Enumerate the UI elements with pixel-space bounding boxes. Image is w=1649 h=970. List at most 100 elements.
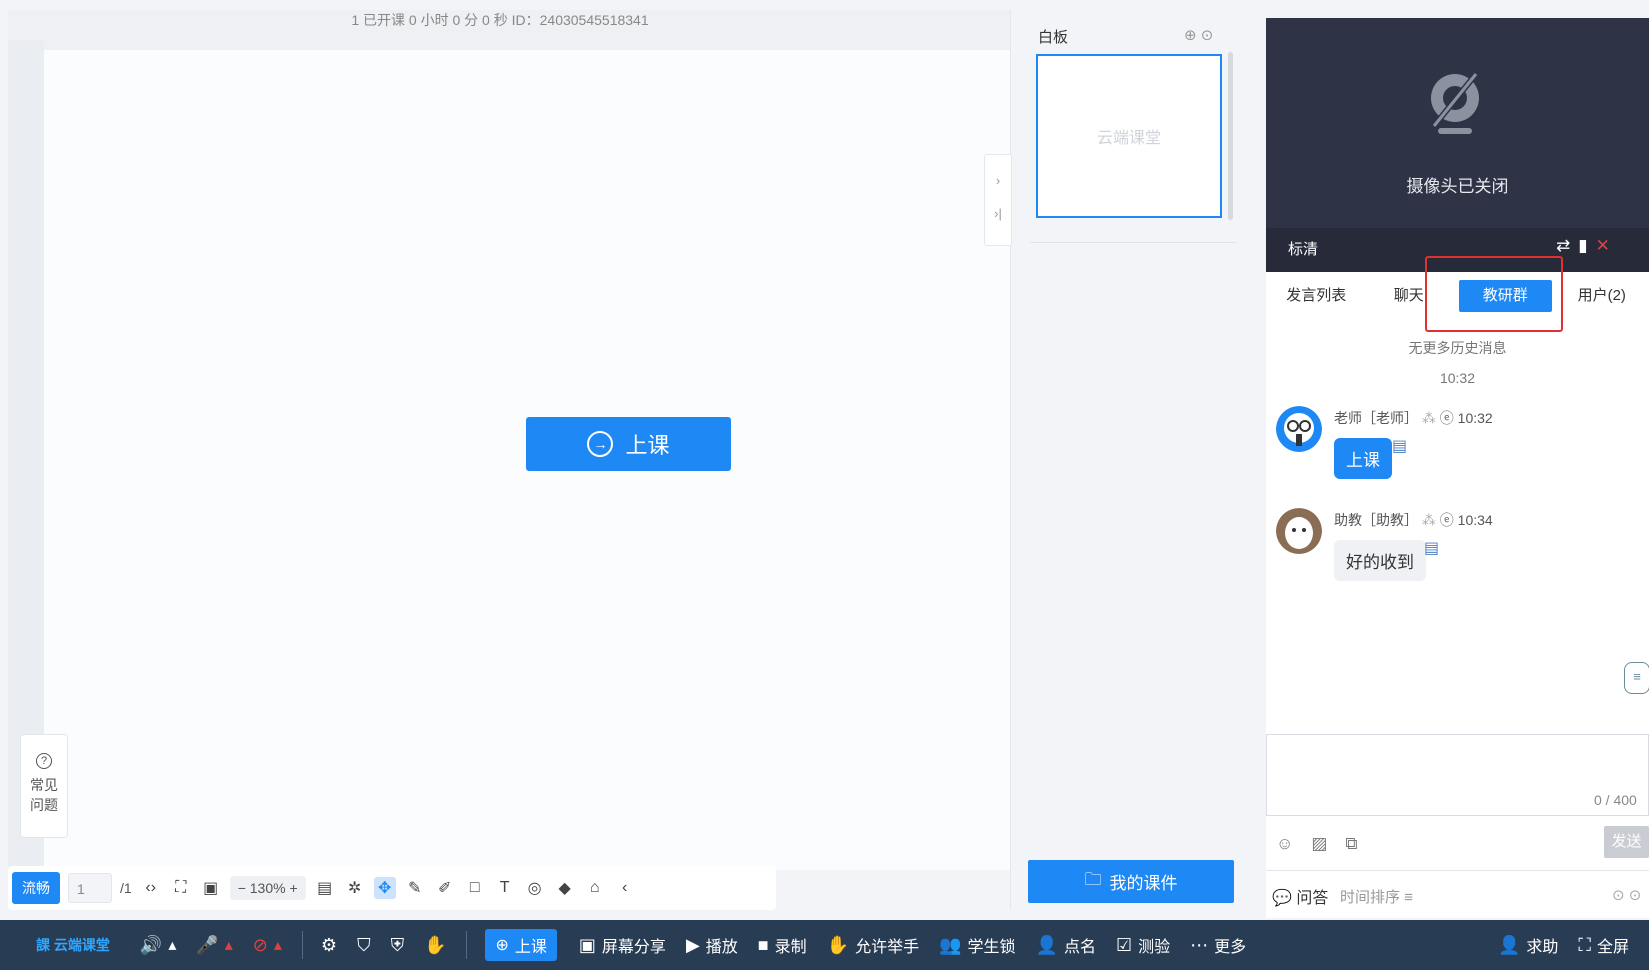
- color-picker-icon[interactable]: ◎: [524, 877, 546, 899]
- camera-off-icon: [1431, 72, 1479, 134]
- switch-camera-icon[interactable]: ⇄: [1556, 236, 1570, 256]
- user-icon: 👤: [1035, 934, 1058, 955]
- tab-users[interactable]: 用户(2): [1556, 280, 1649, 312]
- caret-icon: ▴: [224, 937, 233, 954]
- security-button[interactable]: ⛉: [357, 935, 371, 956]
- faq-label-1: 常见: [30, 777, 58, 793]
- message-meta: 老师［老师］ ⁂ ⓔ 10:32: [1334, 408, 1493, 428]
- start-class-button[interactable]: → 上课: [526, 417, 731, 471]
- help-button[interactable]: 👤 求助: [1498, 933, 1558, 957]
- record-label: 录制: [774, 939, 807, 956]
- gesture-button[interactable]: ✋: [424, 935, 446, 956]
- eraser-icon[interactable]: ◆: [554, 877, 576, 899]
- image-icon[interactable]: ▨: [1311, 834, 1327, 854]
- faq-button[interactable]: ? 常见 问题: [20, 734, 68, 838]
- quality-button[interactable]: 流畅: [12, 872, 60, 904]
- chevron-right-icon: ›: [995, 173, 1001, 188]
- collapse-panel-button[interactable]: › ›|: [984, 154, 1012, 246]
- question-icon: ?: [36, 753, 52, 769]
- device-icon: ⁂: [1421, 512, 1436, 528]
- collapse-toolbar-icon[interactable]: ‹: [614, 877, 636, 899]
- mic-button[interactable]: 🎤 ▴: [196, 935, 232, 956]
- thumbnail-watermark: 云端课堂: [1096, 130, 1161, 147]
- time-marker: 10:32: [1439, 370, 1476, 386]
- stamp-icon[interactable]: ⌂: [584, 877, 606, 899]
- qa-sort[interactable]: 时间排序 ≡: [1340, 886, 1413, 907]
- raise-hand-button[interactable]: ✋ 允许举手: [827, 933, 919, 957]
- quiz-button[interactable]: ☑ 测验: [1116, 933, 1170, 957]
- fullpage-icon[interactable]: ▣: [200, 877, 222, 899]
- speaker-button[interactable]: 🔊 ▴: [140, 935, 176, 956]
- student-lock-label: 学生锁: [967, 939, 1016, 956]
- privacy-button[interactable]: ⛨: [391, 935, 405, 956]
- browser-icon: ⓔ: [1439, 512, 1454, 528]
- hand-icon: ✋: [826, 934, 850, 955]
- settings-button[interactable]: ⚙: [321, 935, 337, 956]
- record-button[interactable]: ■ 录制: [758, 933, 807, 957]
- chat-mode-icon[interactable]: ≡: [1624, 662, 1649, 694]
- page-input[interactable]: 1: [68, 873, 112, 903]
- video-quality-label[interactable]: 标清: [1288, 238, 1318, 259]
- page-total: /1: [120, 880, 132, 896]
- screen-share-label: 屏幕分享: [601, 939, 666, 956]
- my-courseware-button[interactable]: 🗀 我的课件: [1028, 860, 1234, 903]
- highlighter-icon[interactable]: ✐: [434, 877, 456, 899]
- message-input[interactable]: [1266, 734, 1649, 816]
- mic-off-icon[interactable]: ✕: [1596, 236, 1610, 256]
- tab-speech-list[interactable]: 发言列表: [1270, 280, 1363, 312]
- divider: [301, 931, 303, 959]
- more-label: 更多: [1214, 939, 1247, 956]
- qa-text: 问答: [1296, 890, 1329, 907]
- sort-icon: ≡: [1404, 889, 1413, 906]
- fullscreen-label: 全屏: [1596, 939, 1629, 956]
- quiz-label: 测验: [1138, 939, 1171, 956]
- camera-off-icon: ⊘: [252, 934, 268, 955]
- assistant-avatar: [1276, 508, 1322, 554]
- whiteboard-toolbar: 流畅 1 /1 ‹› ⛶ ▣ − 130% + ▤ ✲ ✥ ✎ ✐ □ T ◎ …: [8, 866, 776, 910]
- divider: [466, 931, 468, 959]
- start-class-bottom-button[interactable]: ⊕ 上课: [485, 929, 557, 961]
- qa-label[interactable]: 💬 问答: [1272, 884, 1328, 908]
- play-button[interactable]: ▶ 播放: [686, 933, 738, 957]
- teacher-avatar: [1276, 406, 1322, 452]
- roll-call-label: 点名: [1063, 939, 1096, 956]
- screen-share-button[interactable]: ▣ 屏幕分享: [579, 933, 666, 957]
- caret-icon: ▴: [168, 937, 177, 954]
- quiz-icon: ☑: [1116, 934, 1133, 955]
- rectangle-icon[interactable]: □: [464, 877, 486, 899]
- camera-button[interactable]: ⊘ ▴: [253, 935, 282, 956]
- clear-notes-icon[interactable]: ▤: [314, 877, 336, 899]
- text-icon[interactable]: T: [494, 877, 516, 899]
- thumbnails-scrollbar[interactable]: [1228, 52, 1233, 220]
- zoom-control[interactable]: − 130% +: [229, 876, 306, 900]
- document-icon[interactable]: ▤: [1392, 436, 1407, 456]
- document-icon[interactable]: ▤: [1424, 538, 1439, 558]
- screenshot-icon[interactable]: ⧉: [1345, 834, 1357, 854]
- help-label: 求助: [1526, 939, 1559, 956]
- laser-pointer-icon[interactable]: ✲: [344, 877, 366, 899]
- page-nav-icon[interactable]: ‹›: [140, 877, 162, 899]
- input-tools: ☺ ▨ ⧉: [1276, 834, 1358, 854]
- camera-off-text: 摄像头已关闭: [1406, 177, 1509, 196]
- emoji-icon[interactable]: ☺: [1276, 834, 1293, 854]
- zoom-value: 130%: [249, 880, 286, 896]
- my-courseware-label: 我的课件: [1109, 874, 1178, 893]
- help-icon: 👤: [1497, 934, 1521, 955]
- mic-off-icon: 🎤: [196, 934, 219, 955]
- send-button[interactable]: 发送: [1604, 826, 1649, 858]
- users-lock-icon: 👥: [939, 934, 962, 955]
- roll-call-button[interactable]: 👤 点名: [1036, 933, 1096, 957]
- whiteboard-title: 白板: [1038, 29, 1069, 46]
- qa-expand-icon[interactable]: ⊙ ⊙: [1612, 886, 1641, 904]
- start-label: 上课: [514, 939, 547, 956]
- fullscreen-button[interactable]: ⛶ 全屏: [1578, 933, 1629, 957]
- more-button[interactable]: ⋯ 更多: [1190, 933, 1246, 957]
- fit-screen-icon[interactable]: ⛶: [170, 877, 192, 899]
- add-whiteboard-icon[interactable]: ⊕ ⊙: [1184, 26, 1213, 44]
- class-status-text: 1 已开课 0 小时 0 分 0 秒 ID：24030545518341: [351, 12, 649, 28]
- pen-icon[interactable]: ✎: [404, 877, 426, 899]
- student-lock-button[interactable]: 👥 学生锁: [939, 933, 1015, 957]
- message-time: 10:32: [1457, 410, 1493, 426]
- whiteboard-thumbnail[interactable]: 云端课堂: [1036, 54, 1222, 218]
- move-tool-icon[interactable]: ✥: [373, 877, 396, 899]
